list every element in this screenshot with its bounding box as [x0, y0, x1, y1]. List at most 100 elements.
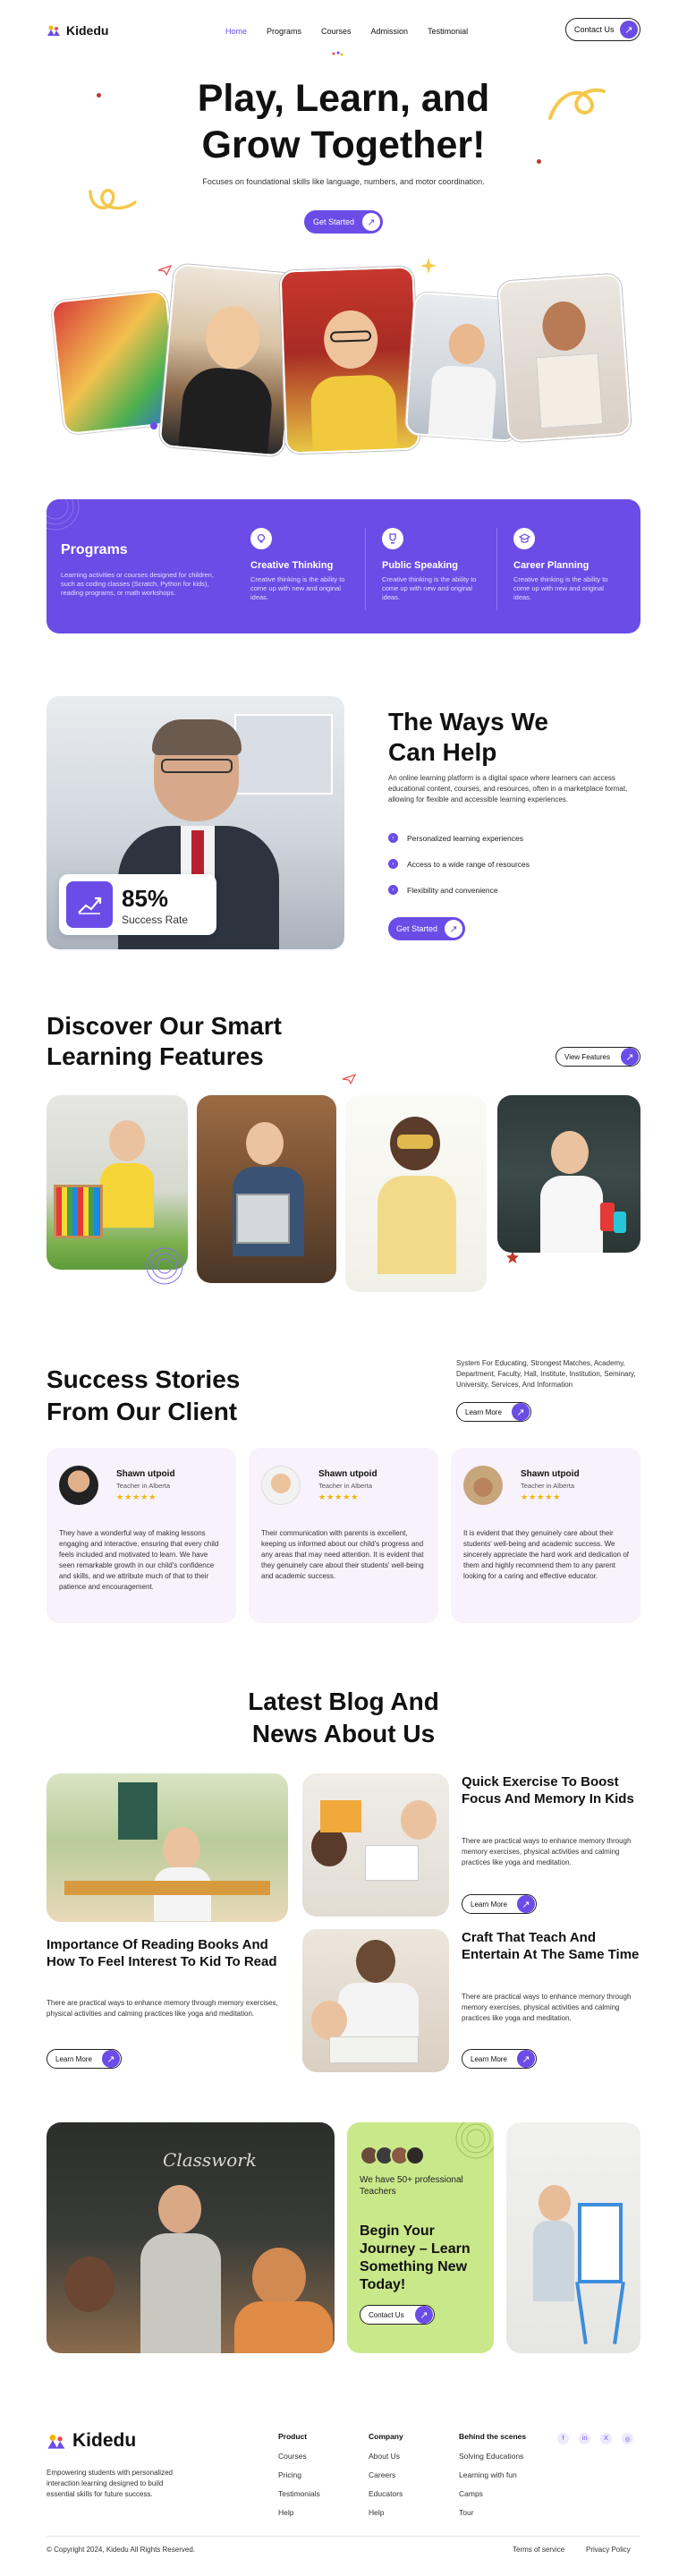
classroom-photo: Classwork: [47, 2122, 335, 2353]
testimonial-card: Shawn utpoid Teacher in Alberta ★★★★★ Th…: [47, 1448, 236, 1623]
blog-learn-more-button[interactable]: Learn More ↗: [47, 2049, 122, 2069]
nav-item-courses[interactable]: Courses: [321, 27, 352, 36]
bullet-item: › Flexibility and convenience: [388, 877, 530, 903]
paper-plane-icon: [157, 265, 172, 276]
blog-learn-more-button[interactable]: Learn More ↗: [462, 1894, 537, 1914]
decor-circles: [146, 1247, 183, 1285]
programs-band: Programs Learning activities or courses …: [47, 499, 640, 633]
arrow-up-right-icon: ↗: [620, 21, 638, 38]
journey-headline: Begin Your Journey – Learn Something New…: [360, 2223, 471, 2292]
nav-item-admission[interactable]: Admission: [371, 27, 409, 36]
footer-link[interactable]: Tour: [459, 2508, 526, 2527]
blog-post-title[interactable]: Craft That Teach And Entertain At The Sa…: [462, 1929, 640, 1963]
feature-photo-binoculars: [345, 1095, 487, 1292]
testimonial-card: Shawn utpoid Teacher in Alberta ★★★★★ Th…: [249, 1448, 438, 1623]
social-links: f in X ◎: [557, 2433, 633, 2444]
teachers-count-text: We have 50+ professional Teachers: [360, 2175, 463, 2197]
stories-title: Success Stories From Our Client: [47, 1365, 241, 1425]
contact-label: Contact Us: [574, 25, 615, 34]
footer-brand-name: Kidedu: [72, 2430, 137, 2451]
program-item-title: Public Speaking: [382, 560, 458, 571]
footer-column-title: Behind the scenes: [459, 2432, 527, 2441]
x-twitter-icon[interactable]: X: [600, 2433, 612, 2444]
programs-text: Learning activities or courses designed …: [61, 571, 214, 597]
decor-rings: [47, 499, 80, 531]
check-icon: ›: [388, 833, 398, 843]
rating-stars: ★★★★★: [116, 1492, 157, 1501]
avatar: [59, 1466, 98, 1505]
nav-item-programs[interactable]: Programs: [267, 27, 301, 36]
hero-get-started-button[interactable]: Get Started ↗: [304, 210, 383, 234]
privacy-link[interactable]: Privacy Policy: [586, 2546, 631, 2554]
program-item-creative-thinking[interactable]: Creative Thinking Creative thinking is t…: [250, 528, 362, 602]
arrow-up-right-icon: ↗: [445, 920, 462, 938]
blog-post-text: There are practical ways to enhance memo…: [462, 1993, 632, 2022]
arrow-up-right-icon: ↗: [621, 1048, 639, 1066]
success-rate-card: 85% Success Rate: [59, 874, 216, 935]
program-item-public-speaking[interactable]: Public Speaking Creative thinking is the…: [382, 528, 494, 602]
decor-dot-cluster: [150, 422, 157, 429]
decor-sparkle-icon: [332, 51, 344, 56]
get-started-label: Get Started: [313, 217, 355, 226]
footer-link[interactable]: Pricing: [278, 2470, 320, 2489]
footer-link[interactable]: Careers: [369, 2470, 403, 2489]
footer-link[interactable]: Testimonials: [278, 2489, 320, 2508]
arrow-up-right-icon: ↗: [415, 2306, 433, 2324]
arrow-up-right-icon: ↗: [362, 213, 380, 231]
blog-learn-more-button[interactable]: Learn More ↗: [462, 2049, 537, 2069]
program-item-text: Creative thinking is the ability to come…: [250, 575, 345, 601]
get-started-label: Get Started: [396, 924, 438, 933]
blog-post-text: There are practical ways to enhance memo…: [47, 1999, 278, 2018]
nav-item-testimonial[interactable]: Testimonial: [428, 27, 468, 36]
nav-item-home[interactable]: Home: [225, 27, 247, 36]
program-item-career-planning[interactable]: Career Planning Creative thinking is the…: [513, 528, 625, 602]
arrow-up-right-icon: ↗: [102, 2050, 120, 2068]
view-features-button[interactable]: View Features ↗: [556, 1047, 640, 1067]
copyright: © Copyright 2024, Kidedu All Rights Rese…: [47, 2546, 195, 2554]
program-item-title: Career Planning: [513, 560, 589, 571]
brand-logo[interactable]: Kidedu: [47, 23, 108, 38]
stories-learn-more-button[interactable]: Learn More ↗: [456, 1402, 531, 1422]
footer-link[interactable]: Educators: [369, 2489, 403, 2508]
check-icon: ›: [388, 859, 398, 869]
footer-link[interactable]: Help: [369, 2508, 403, 2527]
decor-rings: [455, 2122, 494, 2159]
star-decor-icon: [506, 1251, 519, 1263]
avatar: [463, 1466, 503, 1505]
journey-contact-button[interactable]: Contact Us ↗: [360, 2305, 435, 2325]
footer-link[interactable]: Help: [278, 2508, 320, 2527]
terms-link[interactable]: Terms of service: [513, 2546, 564, 2554]
divider: [365, 528, 366, 610]
features-title: Discover Our Smart Learning Features: [47, 1012, 282, 1070]
footer-link[interactable]: Learning with fun: [459, 2470, 526, 2489]
footer-brand[interactable]: Kidedu: [47, 2430, 136, 2452]
hero-photo-girl-painting: [496, 273, 632, 443]
footer-link[interactable]: About Us: [369, 2452, 403, 2470]
facebook-icon[interactable]: f: [557, 2433, 569, 2444]
footer-link[interactable]: Solving Educations: [459, 2452, 526, 2470]
blog-post-title[interactable]: Importance Of Reading Books And How To F…: [47, 1936, 288, 1970]
footer-link[interactable]: Camps: [459, 2489, 526, 2508]
hero-photo-girl-teddy: [158, 263, 300, 457]
bullet-item: › Access to a wide range of resources: [388, 851, 530, 877]
linkedin-icon[interactable]: in: [579, 2433, 590, 2444]
learn-more-label: Learn More: [471, 2054, 507, 2063]
footer-link[interactable]: Courses: [278, 2452, 320, 2470]
reviewer-name: Shawn utpoid: [116, 1469, 175, 1479]
stories-side-text: System For Educating, Strongest Matches,…: [456, 1359, 636, 1389]
stat-value: 85%: [122, 885, 169, 912]
blog-photo-craft: [302, 1929, 449, 2072]
instagram-icon[interactable]: ◎: [622, 2433, 633, 2444]
review-text: They have a wonderful way of making less…: [59, 1529, 219, 1591]
footer-divider: [47, 2536, 640, 2537]
ways-get-started-button[interactable]: Get Started ↗: [388, 917, 465, 940]
feature-photo-painting: [197, 1095, 336, 1283]
hero-subtitle: Focuses on foundational skills like lang…: [202, 177, 485, 186]
blog-post-title[interactable]: Quick Exercise To Boost Focus And Memory…: [462, 1773, 645, 1807]
footer-column-company: Company About Us Careers Educators Help: [369, 2432, 403, 2527]
journey-card: We have 50+ professional Teachers Begin …: [347, 2122, 494, 2353]
contact-button[interactable]: Contact Us ↗: [565, 18, 640, 41]
easel-photo: [506, 2122, 640, 2353]
divider: [496, 528, 497, 610]
blog-title: Latest Blog And News About Us: [248, 1688, 439, 1747]
